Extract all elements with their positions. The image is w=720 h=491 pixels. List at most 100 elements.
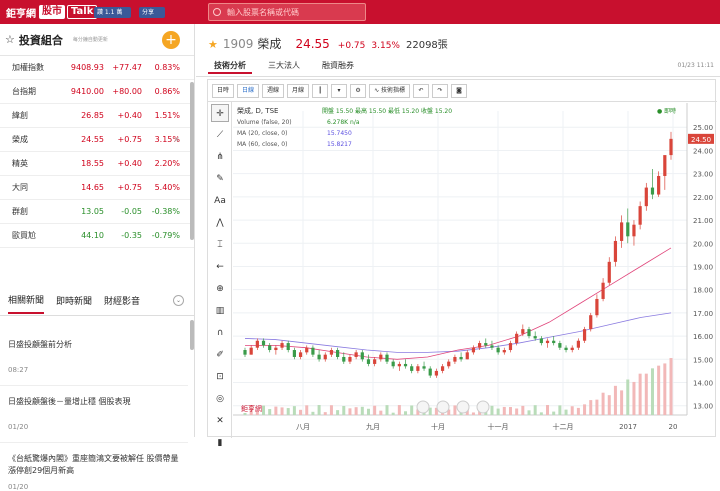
redo-icon[interactable]: ↷ [432,83,449,98]
candle-body [286,343,290,351]
arrow-left-icon[interactable]: ← [211,258,229,276]
candle-body [440,366,445,371]
measure-icon[interactable]: ⌶ [211,236,229,254]
stock-change: -0.05 [121,207,142,216]
ma60-value: 15.8217 [327,141,352,148]
zoom-icon[interactable]: ⊕ [211,280,229,298]
tab-institutional[interactable]: 三大法人 [262,58,306,74]
tab-realtime-news[interactable]: 即時新聞 [56,288,92,313]
volume-bar [360,406,364,415]
facebook-share-button[interactable]: 分享 [139,7,165,18]
indicators-button[interactable]: ∿ 技術指標 [369,83,411,98]
stock-name: 榮成 [12,135,28,144]
news-tabs: 相關新聞 即時新聞 財經影音 ⌄ [0,286,194,316]
candle-body [570,347,574,351]
volume-bar [583,404,587,415]
volume-bar [663,363,667,415]
brush-icon[interactable]: ✎ [211,170,229,188]
interval-daily-button[interactable]: 日線 [237,83,260,98]
watchlist-row[interactable]: 精英 18.55 +0.40 2.20% [0,152,194,176]
x-tick-label: 十一月 [488,422,509,431]
candle-body [428,368,432,376]
tab-finance-video[interactable]: 財經影音 [104,288,140,313]
pitchfork-icon[interactable]: ⋔ [211,148,229,166]
stock-change-pct: 1.51% [154,111,180,120]
candle-body [490,345,494,348]
lock-icon[interactable]: ⊡ [211,368,229,386]
crosshair-icon[interactable]: ✛ [211,104,229,122]
search-input[interactable]: 輸入股票名稱或代碼 [208,3,366,21]
stock-change-pct: 2.20% [154,159,180,168]
candle-body [626,222,630,237]
interval-intraday-button[interactable]: 日時 [212,83,235,98]
x-tick-label: 十二月 [553,422,574,431]
volume-bar [299,409,303,415]
gear-icon[interactable]: ⚙ [350,83,367,98]
stock-name: 歐買尬 [12,231,36,240]
news-item[interactable]: 《台紙驚爆內閣》重座簡鴻文要被解任 股價帶量漲停創29個月新高 [0,453,188,477]
volume-bar [626,379,630,415]
watchlist-row[interactable]: 台指期 9410.00 +80.00 0.86% [0,80,194,104]
ma20-value: 15.7450 [327,130,352,137]
news-item[interactable]: 日盛投顧盤前分析 [0,339,188,350]
x-tick-label: 十月 [431,422,445,431]
facebook-like-button[interactable]: 讚 1.1 萬 [94,7,131,18]
drawing-toolbar: ✛ ⟋ ⋔ ✎ Aa ⋀ ⌶ ← ⊕ ▥ ∩ ✐ ⊡ ◎ ✕ ▮ [208,102,232,448]
price-chart[interactable]: 25.00 24.00 23.00 22.00 21.00 20.00 19.00 18.00… [233,103,717,437]
candle-type-icon[interactable]: ┃ [312,83,329,98]
undo-icon[interactable]: ↶ [413,83,430,98]
interval-weekly-button[interactable]: 週線 [262,83,285,98]
watchlist-row[interactable]: 緯創 26.85 +0.40 1.51% [0,104,194,128]
volume-legend: Volume (false, 20) [237,119,292,126]
volume-bar [336,410,340,415]
interval-monthly-button[interactable]: 月線 [287,83,310,98]
cross-tools-icon[interactable]: ✕ [211,412,229,430]
top-bar: 鉅亨網 股市 Talk 讚 1.1 萬 分享 輸入股票名稱或代碼 [0,0,720,24]
candle-body [607,261,611,283]
stock-change: +0.40 [117,111,142,120]
candle-body [366,359,371,364]
candle-body [521,329,525,334]
close-icon[interactable]: × [173,135,180,144]
candle-body [595,298,599,316]
candle-body [539,338,543,344]
news-scrollbar[interactable] [190,320,194,350]
site-logo[interactable]: 鉅亨網 股市 Talk [6,4,98,20]
candle-body [243,350,247,355]
eye-icon[interactable]: ◎ [211,390,229,408]
watchlist-row[interactable]: 榮成 24.55 +0.75 3.15% × [0,128,194,152]
news-time: 01/20 [8,483,29,491]
pattern-icon[interactable]: ⋀ [211,214,229,232]
watchlist-row[interactable]: 歐買尬 44.10 -0.35 -0.79% [0,224,194,248]
add-stock-button[interactable]: + [162,31,180,49]
tab-related-news[interactable]: 相關新聞 [8,287,45,314]
candle-body [459,356,463,360]
volume-bar [243,413,247,415]
news-item[interactable]: 日盛投顧盤後－量增止穩 個股表現 [0,396,188,407]
candle-body [552,340,556,344]
zoom-control [416,400,430,414]
candle-body [484,343,488,346]
watchlist-row[interactable]: 加權指數 9408.93 +77.47 0.83% [0,56,194,80]
volume-bar [650,368,654,415]
star-filled-icon[interactable]: ★ [208,38,218,51]
tab-margin[interactable]: 融資融券 [316,58,360,74]
watchlist-row[interactable]: 大同 14.65 +0.75 5.40% [0,176,194,200]
text-icon[interactable]: Aa [211,192,229,210]
trendline-icon[interactable]: ⟋ [211,126,229,144]
watchlist-row[interactable]: 群創 13.05 -0.05 -0.38% [0,200,194,224]
candle-body [385,354,389,362]
volume-bar [558,405,562,415]
chevron-down-icon[interactable]: ▾ [331,83,348,98]
bar-chart-icon[interactable]: ▥ [211,302,229,320]
candle-body [644,187,648,207]
watchlist-scrollbar[interactable] [190,82,194,240]
volume-bar [657,365,661,415]
magnet-icon[interactable]: ∩ [211,324,229,342]
candle-body [255,340,259,348]
camera-icon[interactable]: ◙ [451,83,468,98]
stock-price: 18.55 [81,159,104,168]
pencil-lock-icon[interactable]: ✐ [211,346,229,364]
chevron-down-icon[interactable]: ⌄ [173,295,184,306]
tab-technical[interactable]: 技術分析 [208,58,252,74]
